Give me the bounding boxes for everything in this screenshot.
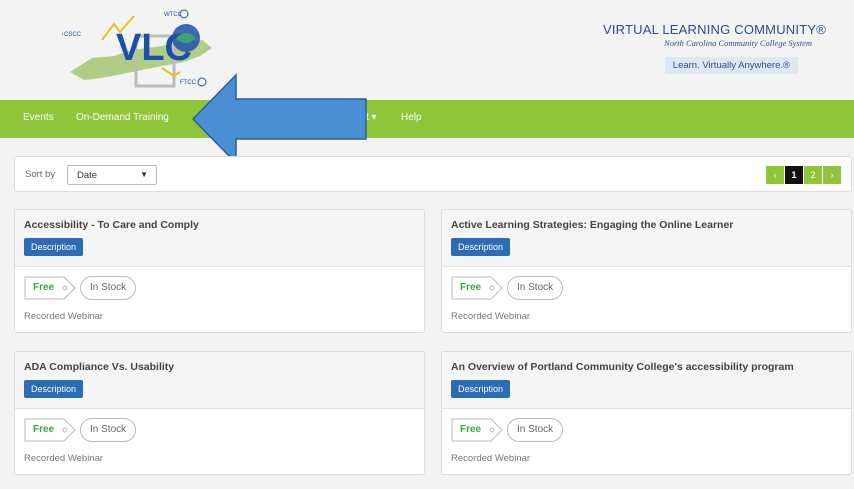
- card-header: ADA Compliance Vs. Usability Description: [15, 352, 424, 409]
- main-nav: Events On-Demand Training t ▾ Help: [0, 100, 854, 138]
- next-page-button[interactable]: ›: [823, 166, 841, 184]
- card-header: An Overview of Portland Community Colleg…: [442, 352, 851, 409]
- price-label: Free: [33, 282, 55, 293]
- product-card: Accessibility - To Care and Comply Descr…: [14, 209, 425, 333]
- product-card: ADA Compliance Vs. Usability Description…: [14, 351, 425, 475]
- card-tags: Free In Stock: [451, 276, 842, 302]
- format-label: Recorded Webinar: [451, 453, 531, 464]
- card-header: Active Learning Strategies: Engaging the…: [442, 210, 851, 267]
- stock-badge: In Stock: [507, 418, 564, 442]
- price-label: Free: [33, 424, 55, 435]
- card-title[interactable]: ADA Compliance Vs. Usability: [24, 361, 415, 373]
- card-body: Free In Stock Recorded Webinar: [15, 267, 424, 322]
- site-header: VLC WTCC CSCC FTCC VIRTUAL LEARNING COMM…: [0, 0, 854, 97]
- nav-item-events[interactable]: Events: [23, 112, 54, 123]
- prev-page-button[interactable]: ‹: [766, 166, 784, 184]
- card-title[interactable]: Active Learning Strategies: Engaging the…: [451, 219, 842, 231]
- nav-item-on-demand-training[interactable]: On-Demand Training: [76, 112, 169, 123]
- chevron-down-icon: ▼: [140, 170, 148, 179]
- price-label: Free: [460, 282, 482, 293]
- brand-tagline: Learn. Virtually Anywhere.®: [664, 57, 798, 74]
- description-button[interactable]: Description: [24, 238, 84, 256]
- card-tags: Free In Stock: [451, 418, 842, 444]
- card-body: Free In Stock Recorded Webinar: [442, 267, 851, 322]
- svg-text:CSCC: CSCC: [64, 32, 82, 38]
- card-title[interactable]: Accessibility - To Care and Comply: [24, 219, 415, 231]
- page-1-button[interactable]: 1: [785, 166, 803, 184]
- stock-badge: In Stock: [80, 418, 137, 442]
- card-tags: Free In Stock: [24, 276, 415, 302]
- brand-title: VIRTUAL LEARNING COMMUNITY®: [602, 22, 826, 37]
- product-card: An Overview of Portland Community Colleg…: [441, 351, 852, 475]
- format-label: Recorded Webinar: [451, 311, 531, 322]
- stock-badge: In Stock: [507, 276, 564, 300]
- brand-subtitle: North Carolina Community College System: [664, 38, 812, 48]
- sort-label: Sort by: [25, 169, 56, 180]
- description-button[interactable]: Description: [451, 238, 511, 256]
- pagination: ‹ 1 2 ›: [765, 166, 841, 184]
- brand-block: VIRTUAL LEARNING COMMUNITY® North Caroli…: [586, 22, 826, 74]
- card-header: Accessibility - To Care and Comply Descr…: [15, 210, 424, 267]
- format-label: Recorded Webinar: [24, 453, 104, 464]
- sort-selected-value: Date: [77, 170, 98, 181]
- card-tags: Free In Stock: [24, 418, 415, 444]
- left-pointing-arrow-icon: [191, 73, 367, 165]
- product-card: Active Learning Strategies: Engaging the…: [441, 209, 852, 333]
- description-button[interactable]: Description: [451, 380, 511, 398]
- card-title[interactable]: An Overview of Portland Community Colleg…: [451, 361, 842, 373]
- sort-toolbar: Sort by Date ▼ ‹ 1 2 ›: [14, 156, 852, 192]
- page-2-button[interactable]: 2: [804, 166, 822, 184]
- card-body: Free In Stock Recorded Webinar: [442, 409, 851, 464]
- description-button[interactable]: Description: [24, 380, 84, 398]
- format-label: Recorded Webinar: [24, 311, 104, 322]
- nav-item-help[interactable]: Help: [401, 112, 422, 123]
- card-body: Free In Stock Recorded Webinar: [15, 409, 424, 464]
- sort-select[interactable]: Date ▼: [67, 165, 157, 185]
- stock-badge: In Stock: [80, 276, 137, 300]
- price-label: Free: [460, 424, 482, 435]
